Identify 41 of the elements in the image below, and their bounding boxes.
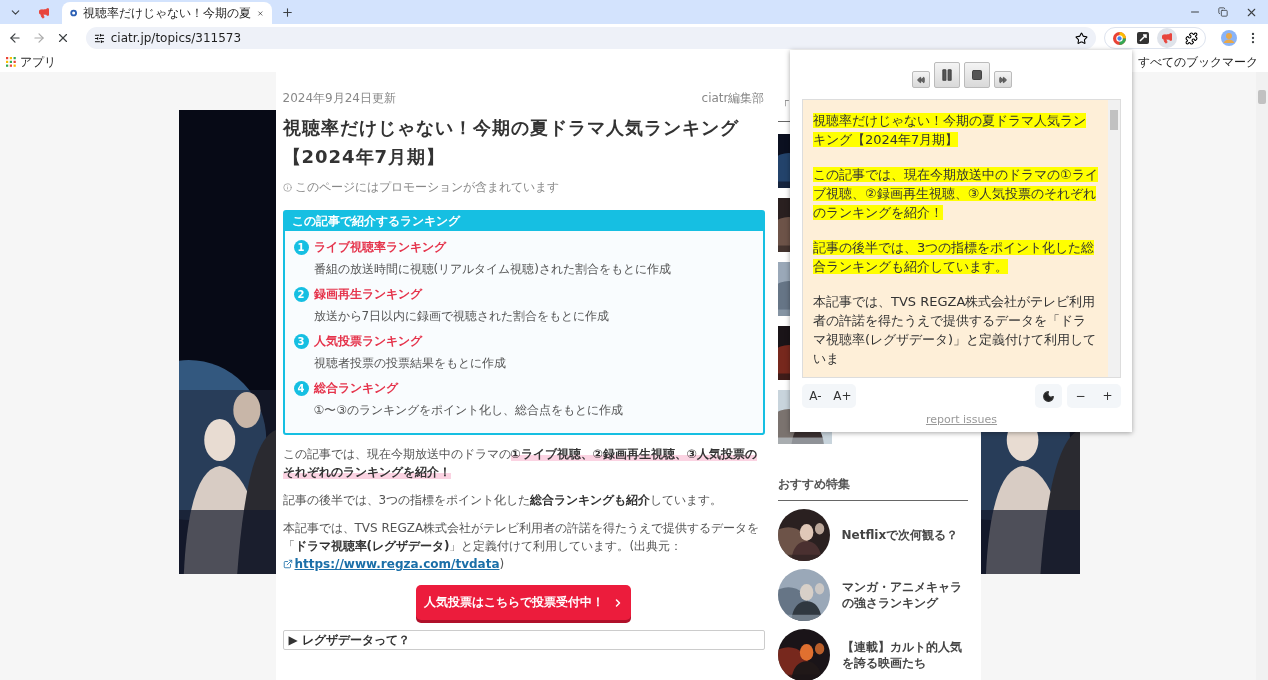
ranking-title: 人気投票ランキング <box>313 333 422 350</box>
tab-title: 視聴率だけじゃない！今期の夏 <box>83 4 252 22</box>
speed-button[interactable]: − <box>1067 384 1094 408</box>
update-date: 2024年9月24日更新 <box>282 90 396 107</box>
featured-heading: おすすめ特集 <box>777 476 968 501</box>
source-link[interactable]: https://www.regza.com/tvdata <box>282 557 500 571</box>
ranking-description: 視聴者投票の投票結果をもとに作成 <box>313 355 507 372</box>
paragraph: 本記事では、TVS REGZA株式会社がテレビ利用者の許諾を得たうえで提供するデータを「ドラマ視聴率(レグザデータ)」と定義付けて利用しています。(出典元： https://www.regza.com/tvdata) <box>282 520 761 573</box>
vote-button[interactable]: 人気投票はこちらで投票受付中！ <box>416 585 631 620</box>
reader-paragraph: この記事では、現在今期放送中のドラマの①ライブ視聴、②録画再生視聴、③人気投票のそれぞれのランキングを紹介！ <box>813 166 1098 222</box>
bookmark-item[interactable]: アプリ <box>20 53 56 71</box>
article-title: 視聴率だけじゃない！今期の夏ドラマ人気ランキング【2024年7月期】 <box>282 116 740 169</box>
font-size-button[interactable]: A- <box>802 384 829 408</box>
ranking-box-heading: この記事で紹介するランキング <box>284 212 763 231</box>
ranking-title: 総合ランキング <box>313 380 398 397</box>
paragraph: 記事の後半では、3つの指標をポイント化した総合ランキングも紹介しています。 <box>282 492 724 509</box>
details-toggle[interactable]: ▶ レグザデータって？ <box>282 630 765 650</box>
featured-title[interactable]: Netflixで次何観る？ <box>841 527 968 543</box>
bookmark-item[interactable]: すべてのブックマーク <box>1138 53 1258 71</box>
ranking-description: 番組の放送時間に視聴(リアルタイム視聴)された割合をもとに作成 <box>313 261 672 278</box>
ranking-description: 放送から7日以内に録画で視聴された割合をもとに作成 <box>313 308 611 325</box>
speed-button[interactable]: + <box>1094 384 1121 408</box>
address-bar[interactable]: ciatr.jp/topics/311573 <box>85 27 1097 49</box>
number-badge: 1 <box>293 240 309 255</box>
reader-paragraph: 視聴率だけじゃない！今期の夏ドラマ人気ランキング【2024年7月期】 <box>813 112 1087 149</box>
font-size-button[interactable]: A+ <box>829 384 856 408</box>
featured-title[interactable]: マンガ・アニメキャラの強さランキング <box>841 579 968 611</box>
reader-paragraph: 本記事では、TVS REGZA株式会社がテレビ利用者の許諾を得たうえで提供するデータを「ドラマ視聴率(レグザデータ)」と定義付けて利用していま <box>813 293 1098 368</box>
url-text: ciatr.jp/topics/311573 <box>110 31 243 45</box>
ranking-title: ライブ視聴率ランキング <box>313 239 446 256</box>
featured-title[interactable]: 【連載】カルト的人気を誇る映画たち <box>841 639 968 671</box>
ranking-description: ①〜③のランキングをポイント化し、総合点をもとに作成 <box>313 402 624 419</box>
reader-paragraph: 記事の後半では、3つの指標をポイント化した総合ランキングも紹介しています。 <box>813 239 1096 276</box>
browser-tab[interactable]: 視聴率だけじゃない！今期の夏 <box>62 2 272 24</box>
promotion-note: このページにはプロモーションが含まれています <box>294 179 559 196</box>
number-badge: 2 <box>293 287 309 302</box>
ranking-title: 録画再生ランキング <box>313 286 422 303</box>
number-badge: 3 <box>293 334 309 349</box>
author-name: ciatr編集部 <box>701 90 765 107</box>
paragraph: この記事では、現在今期放送中のドラマの①ライブ視聴、②録画再生視聴、③人気投票のそれぞれのランキングを紹介！ <box>282 446 758 481</box>
number-badge: 4 <box>293 381 309 396</box>
